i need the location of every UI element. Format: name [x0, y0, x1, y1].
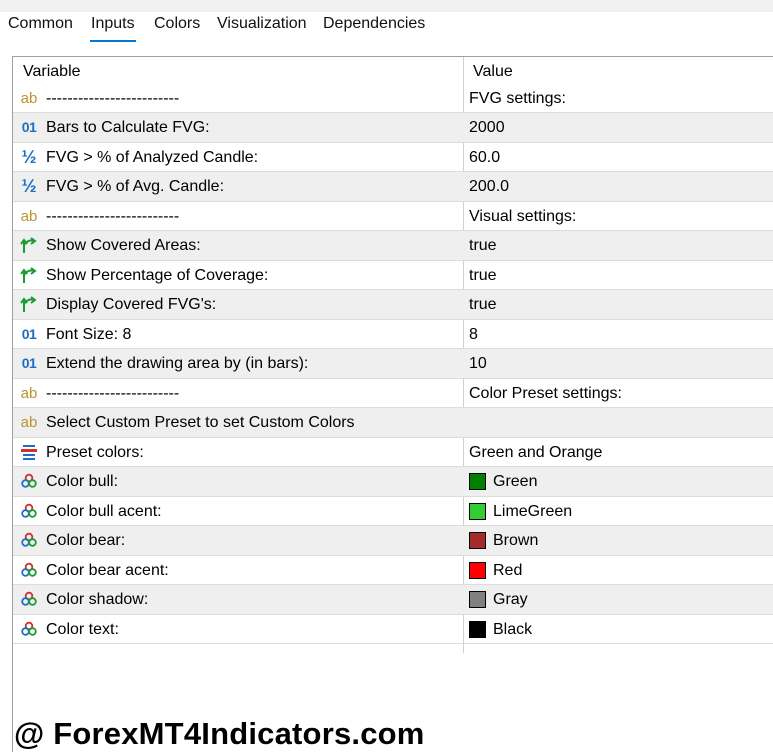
color-swatch[interactable]	[469, 503, 486, 520]
table-row[interactable]: ab ------------------------- FVG settings:	[13, 84, 773, 113]
tab-visualization[interactable]: Visualization	[217, 15, 307, 33]
variable-name: Color bull acent:	[46, 503, 162, 520]
value-field[interactable]: LimeGreen	[493, 503, 572, 521]
table-row[interactable]: Show Percentage of Coverage: true	[13, 261, 773, 290]
string-icon: ab	[20, 207, 38, 225]
value-field[interactable]: Green and Orange	[469, 444, 602, 462]
variable-name: -------------------------	[46, 385, 180, 402]
integer-icon: 01	[21, 119, 37, 135]
bool-icon	[19, 265, 39, 285]
variable-name: Font Size: 8	[46, 326, 132, 343]
variable-name: Extend the drawing area by (in bars):	[46, 355, 309, 372]
window-top-strip	[0, 0, 773, 12]
table-row[interactable]: ab ------------------------- Color Preset …	[13, 379, 773, 408]
double-icon: ½	[21, 146, 37, 167]
color-icon	[19, 530, 39, 550]
table-header: Variable Value	[13, 57, 773, 84]
table-row[interactable]: Color text: Black	[13, 615, 773, 644]
integer-icon: 01	[21, 326, 37, 342]
string-icon: ab	[20, 89, 38, 107]
table-row[interactable]: ab Select Custom Preset to set Custom Col…	[13, 408, 773, 438]
variable-name: Show Covered Areas:	[46, 237, 201, 254]
string-icon: ab	[20, 413, 38, 431]
value-field[interactable]: 200.0	[469, 178, 509, 196]
variable-name: -------------------------	[46, 208, 180, 225]
table-row[interactable]: 01 Extend the drawing area by (in bars): 1…	[13, 349, 773, 379]
variable-name: Display Covered FVG's:	[46, 296, 217, 313]
variable-name: Color shadow:	[46, 591, 149, 608]
tab-inputs[interactable]: Inputs	[90, 15, 136, 42]
color-swatch[interactable]	[469, 473, 486, 490]
table-row[interactable]: ½ FVG > % of Analyzed Candle: 60.0	[13, 143, 773, 172]
value-field[interactable]: 8	[469, 326, 478, 344]
tab-common[interactable]: Common	[8, 15, 73, 33]
color-swatch[interactable]	[469, 532, 486, 549]
table-row[interactable]: Color bull acent: LimeGreen	[13, 497, 773, 526]
table-row[interactable]: 01 Font Size: 8 8	[13, 320, 773, 349]
variable-name: -------------------------	[46, 90, 180, 107]
table-row[interactable]: ½ FVG > % of Avg. Candle: 200.0	[13, 172, 773, 202]
table-row[interactable]: Color shadow: Gray	[13, 585, 773, 615]
variable-name: Bars to Calculate FVG:	[46, 119, 210, 136]
value-field[interactable]: true	[469, 267, 497, 285]
variable-name: FVG > % of Avg. Candle:	[46, 178, 225, 195]
table-row[interactable]: Color bear acent: Red	[13, 556, 773, 585]
enum-icon	[19, 442, 39, 462]
color-icon	[19, 471, 39, 491]
value-field[interactable]: Black	[493, 621, 532, 639]
color-icon	[19, 589, 39, 609]
bool-icon	[19, 294, 39, 314]
value-field[interactable]: Gray	[493, 591, 528, 609]
table-row[interactable]: Display Covered FVG's: true	[13, 290, 773, 320]
color-icon	[19, 619, 39, 639]
variable-name: Color text:	[46, 621, 119, 638]
table-row[interactable]: ab ------------------------- Visual settin…	[13, 202, 773, 231]
value-field[interactable]: true	[469, 296, 497, 314]
table-row[interactable]: Preset colors: Green and Orange	[13, 438, 773, 467]
variable-name: Color bear acent:	[46, 562, 169, 579]
value-field[interactable]: Green	[493, 473, 537, 491]
variable-name: Preset colors:	[46, 444, 144, 461]
variable-name: FVG > % of Analyzed Candle:	[46, 149, 259, 166]
table-row[interactable]: 01 Bars to Calculate FVG: 2000	[13, 113, 773, 143]
value-field[interactable]: 60.0	[469, 149, 500, 167]
column-header-variable[interactable]: Variable	[23, 63, 81, 81]
value-field[interactable]: Color Preset settings:	[469, 385, 622, 403]
integer-icon: 01	[21, 355, 37, 371]
value-field[interactable]: FVG settings:	[469, 90, 566, 108]
value-field[interactable]: true	[469, 237, 497, 255]
value-field[interactable]: 10	[469, 355, 487, 373]
value-field[interactable]: Brown	[493, 532, 538, 550]
color-swatch[interactable]	[469, 591, 486, 608]
string-icon: ab	[20, 384, 38, 402]
tab-colors[interactable]: Colors	[154, 15, 200, 33]
tab-dependencies[interactable]: Dependencies	[323, 15, 425, 33]
table-row[interactable]: Color bear: Brown	[13, 526, 773, 556]
value-field[interactable]: 2000	[469, 119, 505, 137]
inputs-table: Variable Value ab -----------------------…	[12, 56, 773, 752]
variable-name: Color bear:	[46, 532, 126, 549]
bool-icon	[19, 235, 39, 255]
color-swatch[interactable]	[469, 562, 486, 579]
color-icon	[19, 501, 39, 521]
table-row[interactable]: Color bull: Green	[13, 467, 773, 497]
table-body: ab ------------------------- FVG settings:…	[13, 84, 773, 644]
value-field[interactable]: Visual settings:	[469, 208, 576, 226]
column-header-value[interactable]: Value	[473, 63, 513, 81]
watermark: @ ForexMT4Indicators.com	[14, 716, 425, 751]
variable-name: Select Custom Preset to set Custom Color…	[46, 414, 355, 431]
tab-bar: Common Inputs Colors Visualization Depen…	[0, 12, 773, 44]
double-icon: ½	[21, 175, 37, 196]
variable-name: Color bull:	[46, 473, 119, 490]
variable-name: Show Percentage of Coverage:	[46, 267, 269, 284]
value-field[interactable]: Red	[493, 562, 522, 580]
color-swatch[interactable]	[469, 621, 486, 638]
table-row[interactable]: Show Covered Areas: true	[13, 231, 773, 261]
color-icon	[19, 560, 39, 580]
